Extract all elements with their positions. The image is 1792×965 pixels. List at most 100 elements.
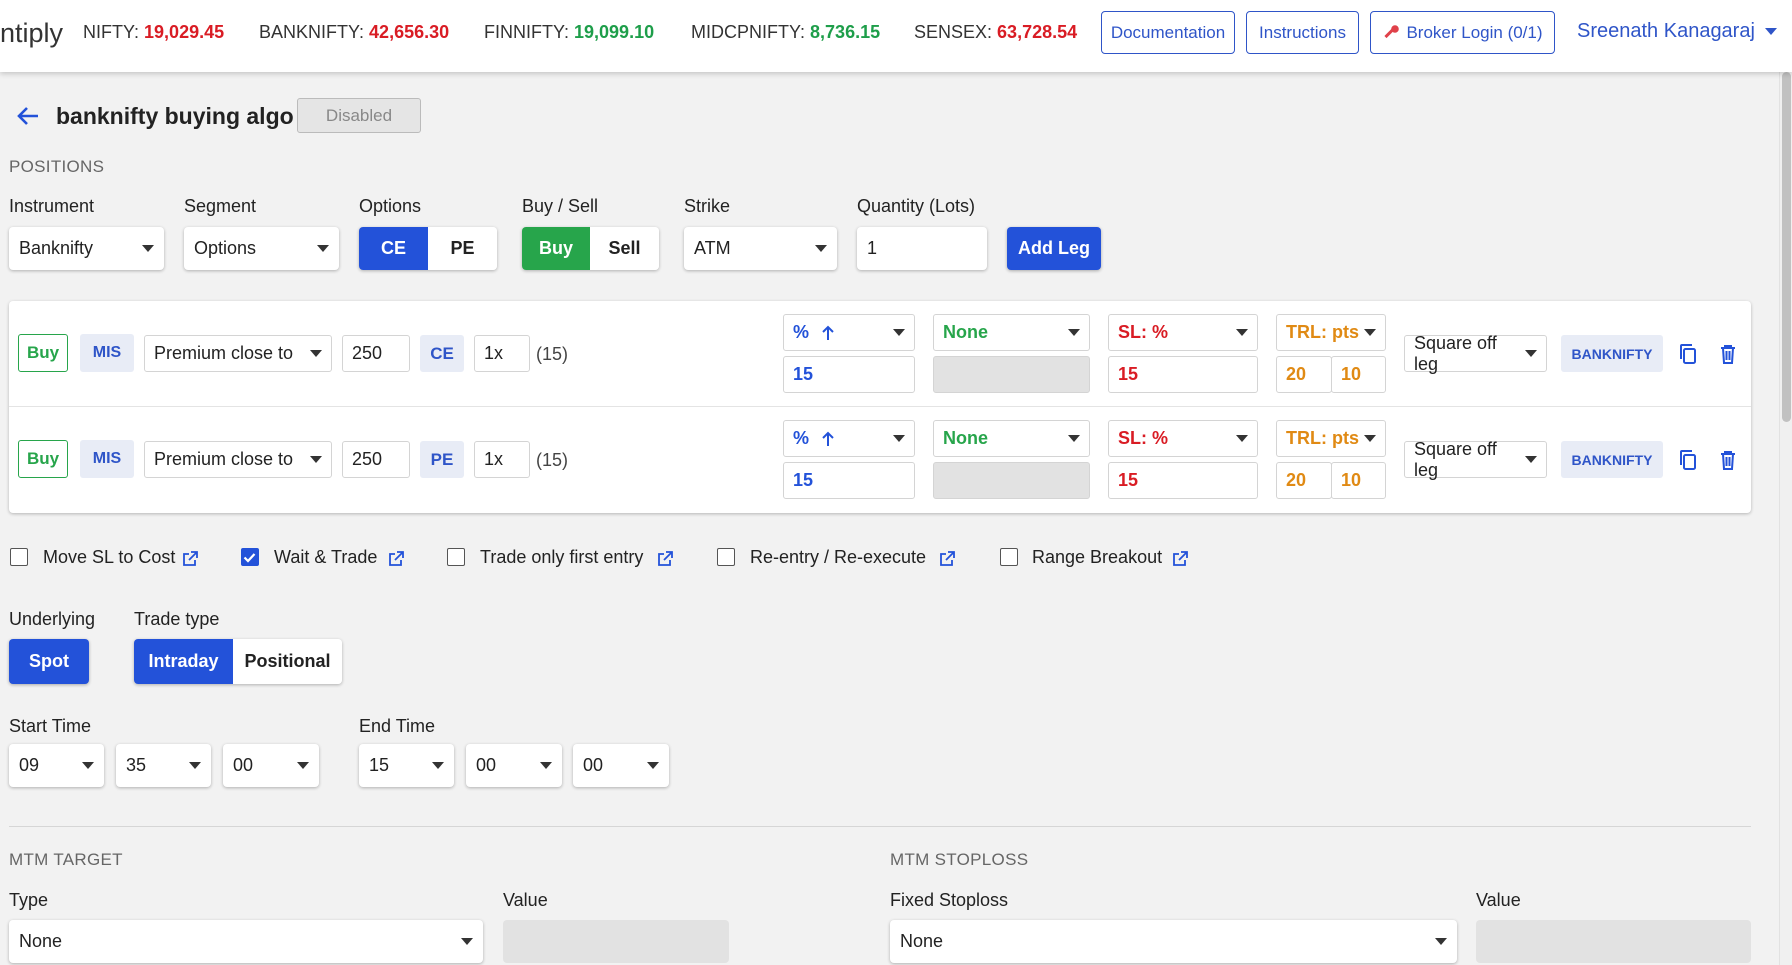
leg2-side-chip[interactable]: Buy: [18, 440, 68, 478]
status-badge[interactable]: Disabled: [297, 98, 421, 133]
mtm-stoploss-value-label: Value: [1476, 890, 1521, 910]
segment-select[interactable]: Options: [184, 227, 339, 270]
brand-logo[interactable]: ntiply: [0, 18, 63, 49]
intraday-button[interactable]: Intraday: [134, 639, 233, 684]
segment-value: Options: [194, 238, 257, 258]
strategy-title: banknifty buying algo: [56, 103, 294, 129]
leg2-symbol-chip: BANKNIFTY: [1561, 441, 1663, 478]
leg1-target-type-select[interactable]: %: [783, 314, 915, 351]
leg1-selection-select[interactable]: Premium close to: [144, 335, 332, 372]
key-icon: [1382, 24, 1400, 42]
end-minute-select[interactable]: 00: [466, 744, 562, 787]
leg1-target-type: %: [793, 322, 810, 342]
leg2-action-select[interactable]: Square off leg: [1404, 439, 1547, 480]
leg2-sl-type-select[interactable]: SL: %: [1108, 420, 1258, 457]
leg2-selection-select[interactable]: Premium close to: [144, 441, 332, 478]
leg1-trl-y-input[interactable]: 10: [1331, 356, 1386, 393]
leg2-multiplier-input[interactable]: 1x: [474, 441, 530, 478]
instructions-button[interactable]: Instructions: [1246, 11, 1359, 54]
add-leg-button[interactable]: Add Leg: [1007, 227, 1101, 270]
leg2-product-chip[interactable]: MIS: [80, 440, 134, 478]
delete-icon[interactable]: [1715, 446, 1741, 474]
user-menu[interactable]: Sreenath Kanagaraj: [1577, 20, 1777, 43]
reentry-checkbox[interactable]: [717, 548, 735, 566]
leg2-premium-input[interactable]: 250: [342, 441, 410, 478]
leg2-trl-x-input[interactable]: 20: [1276, 462, 1332, 499]
leg2-trl-type-select[interactable]: TRL: pts: [1276, 420, 1386, 457]
leg1-target-input[interactable]: 15: [783, 356, 915, 393]
leg1-multiplier-input[interactable]: 1x: [474, 335, 530, 372]
documentation-button[interactable]: Documentation: [1101, 11, 1235, 54]
external-link-icon[interactable]: [386, 548, 406, 568]
chevron-down-icon: [815, 245, 827, 252]
leg2-target-input[interactable]: 15: [783, 462, 915, 499]
leg1-action-select[interactable]: Square off leg: [1404, 333, 1547, 374]
start-hour-select[interactable]: 09: [9, 744, 104, 787]
spot-button[interactable]: Spot: [9, 639, 89, 684]
external-link-icon[interactable]: [655, 548, 675, 568]
leg2-trl-y-input[interactable]: 10: [1331, 462, 1386, 499]
external-link-icon[interactable]: [180, 548, 200, 568]
broker-login-button[interactable]: Broker Login (0/1): [1370, 11, 1555, 54]
leg1-trail-value: None: [943, 322, 988, 342]
chevron-down-icon: [82, 762, 94, 769]
options-toggle: CE PE: [359, 227, 497, 270]
leg1-trl-x-input[interactable]: 20: [1276, 356, 1332, 393]
strike-select[interactable]: ATM: [684, 227, 837, 270]
ticker-name: MIDCPNIFTY:: [691, 22, 806, 42]
strike-value: ATM: [694, 238, 731, 258]
leg1-trail-select[interactable]: None: [933, 314, 1090, 351]
range-breakout-checkbox[interactable]: [1000, 548, 1018, 566]
mtm-stoploss-type-select[interactable]: None: [890, 920, 1457, 963]
pe-option-button[interactable]: PE: [428, 227, 497, 270]
wait-trade-checkbox[interactable]: [241, 548, 259, 566]
move-sl-label: Move SL to Cost: [43, 547, 176, 567]
leg2-sl-input[interactable]: 15: [1108, 462, 1258, 499]
underlying-label: Underlying: [9, 609, 96, 629]
positional-button[interactable]: Positional: [233, 639, 342, 684]
buy-button[interactable]: Buy: [522, 227, 590, 270]
back-arrow-icon[interactable]: [14, 104, 42, 128]
leg1-sl-type-select[interactable]: SL: %: [1108, 314, 1258, 351]
leg1-premium-input[interactable]: 250: [342, 335, 410, 372]
end-second-select[interactable]: 00: [573, 744, 669, 787]
ticker-value: 8,736.15: [810, 22, 881, 42]
instrument-label: Instrument: [9, 196, 95, 216]
ticker-nifty: NIFTY: 19,029.45: [83, 22, 224, 43]
end-second-value: 00: [583, 755, 604, 775]
top-navbar: ntiply NIFTY: 19,029.45 BANKNIFTY: 42,65…: [0, 0, 1792, 72]
external-link-icon[interactable]: [937, 548, 957, 568]
copy-icon[interactable]: [1675, 340, 1701, 368]
end-hour-select[interactable]: 15: [359, 744, 454, 787]
leg1-symbol-chip: BANKNIFTY: [1561, 335, 1663, 372]
copy-icon[interactable]: [1675, 446, 1701, 474]
leg2-trail-select[interactable]: None: [933, 420, 1090, 457]
scrollbar-thumb[interactable]: [1782, 72, 1791, 422]
leg1-option-chip[interactable]: CE: [420, 335, 464, 372]
first-entry-checkbox[interactable]: [447, 548, 465, 566]
leg2-option-chip[interactable]: PE: [420, 441, 464, 478]
leg2-selection-value: Premium close to: [154, 449, 294, 469]
external-link-icon[interactable]: [1170, 548, 1190, 568]
instrument-select[interactable]: Banknifty: [9, 227, 164, 270]
leg1-product-chip[interactable]: MIS: [80, 334, 134, 372]
leg2-target-type-select[interactable]: %: [783, 420, 915, 457]
move-sl-checkbox[interactable]: [10, 548, 28, 566]
range-breakout-label: Range Breakout: [1032, 547, 1163, 567]
scrollbar[interactable]: [1779, 72, 1792, 965]
mtm-target-type-select[interactable]: None: [9, 920, 483, 963]
sell-button[interactable]: Sell: [590, 227, 659, 270]
start-second-select[interactable]: 00: [223, 744, 319, 787]
start-minute-select[interactable]: 35: [116, 744, 211, 787]
ce-option-button[interactable]: CE: [359, 227, 428, 270]
leg1-side-chip[interactable]: Buy: [18, 334, 68, 372]
chevron-down-icon: [1525, 456, 1537, 463]
chevron-down-icon: [461, 938, 473, 945]
reentry-label: Re-entry / Re-execute: [750, 547, 927, 567]
options-label: Options: [359, 196, 422, 216]
quantity-input[interactable]: 1: [857, 227, 987, 270]
leg1-trl-type-select[interactable]: TRL: pts: [1276, 314, 1386, 351]
delete-icon[interactable]: [1715, 340, 1741, 368]
leg1-sl-input[interactable]: 15: [1108, 356, 1258, 393]
leg-divider: [9, 406, 1751, 407]
